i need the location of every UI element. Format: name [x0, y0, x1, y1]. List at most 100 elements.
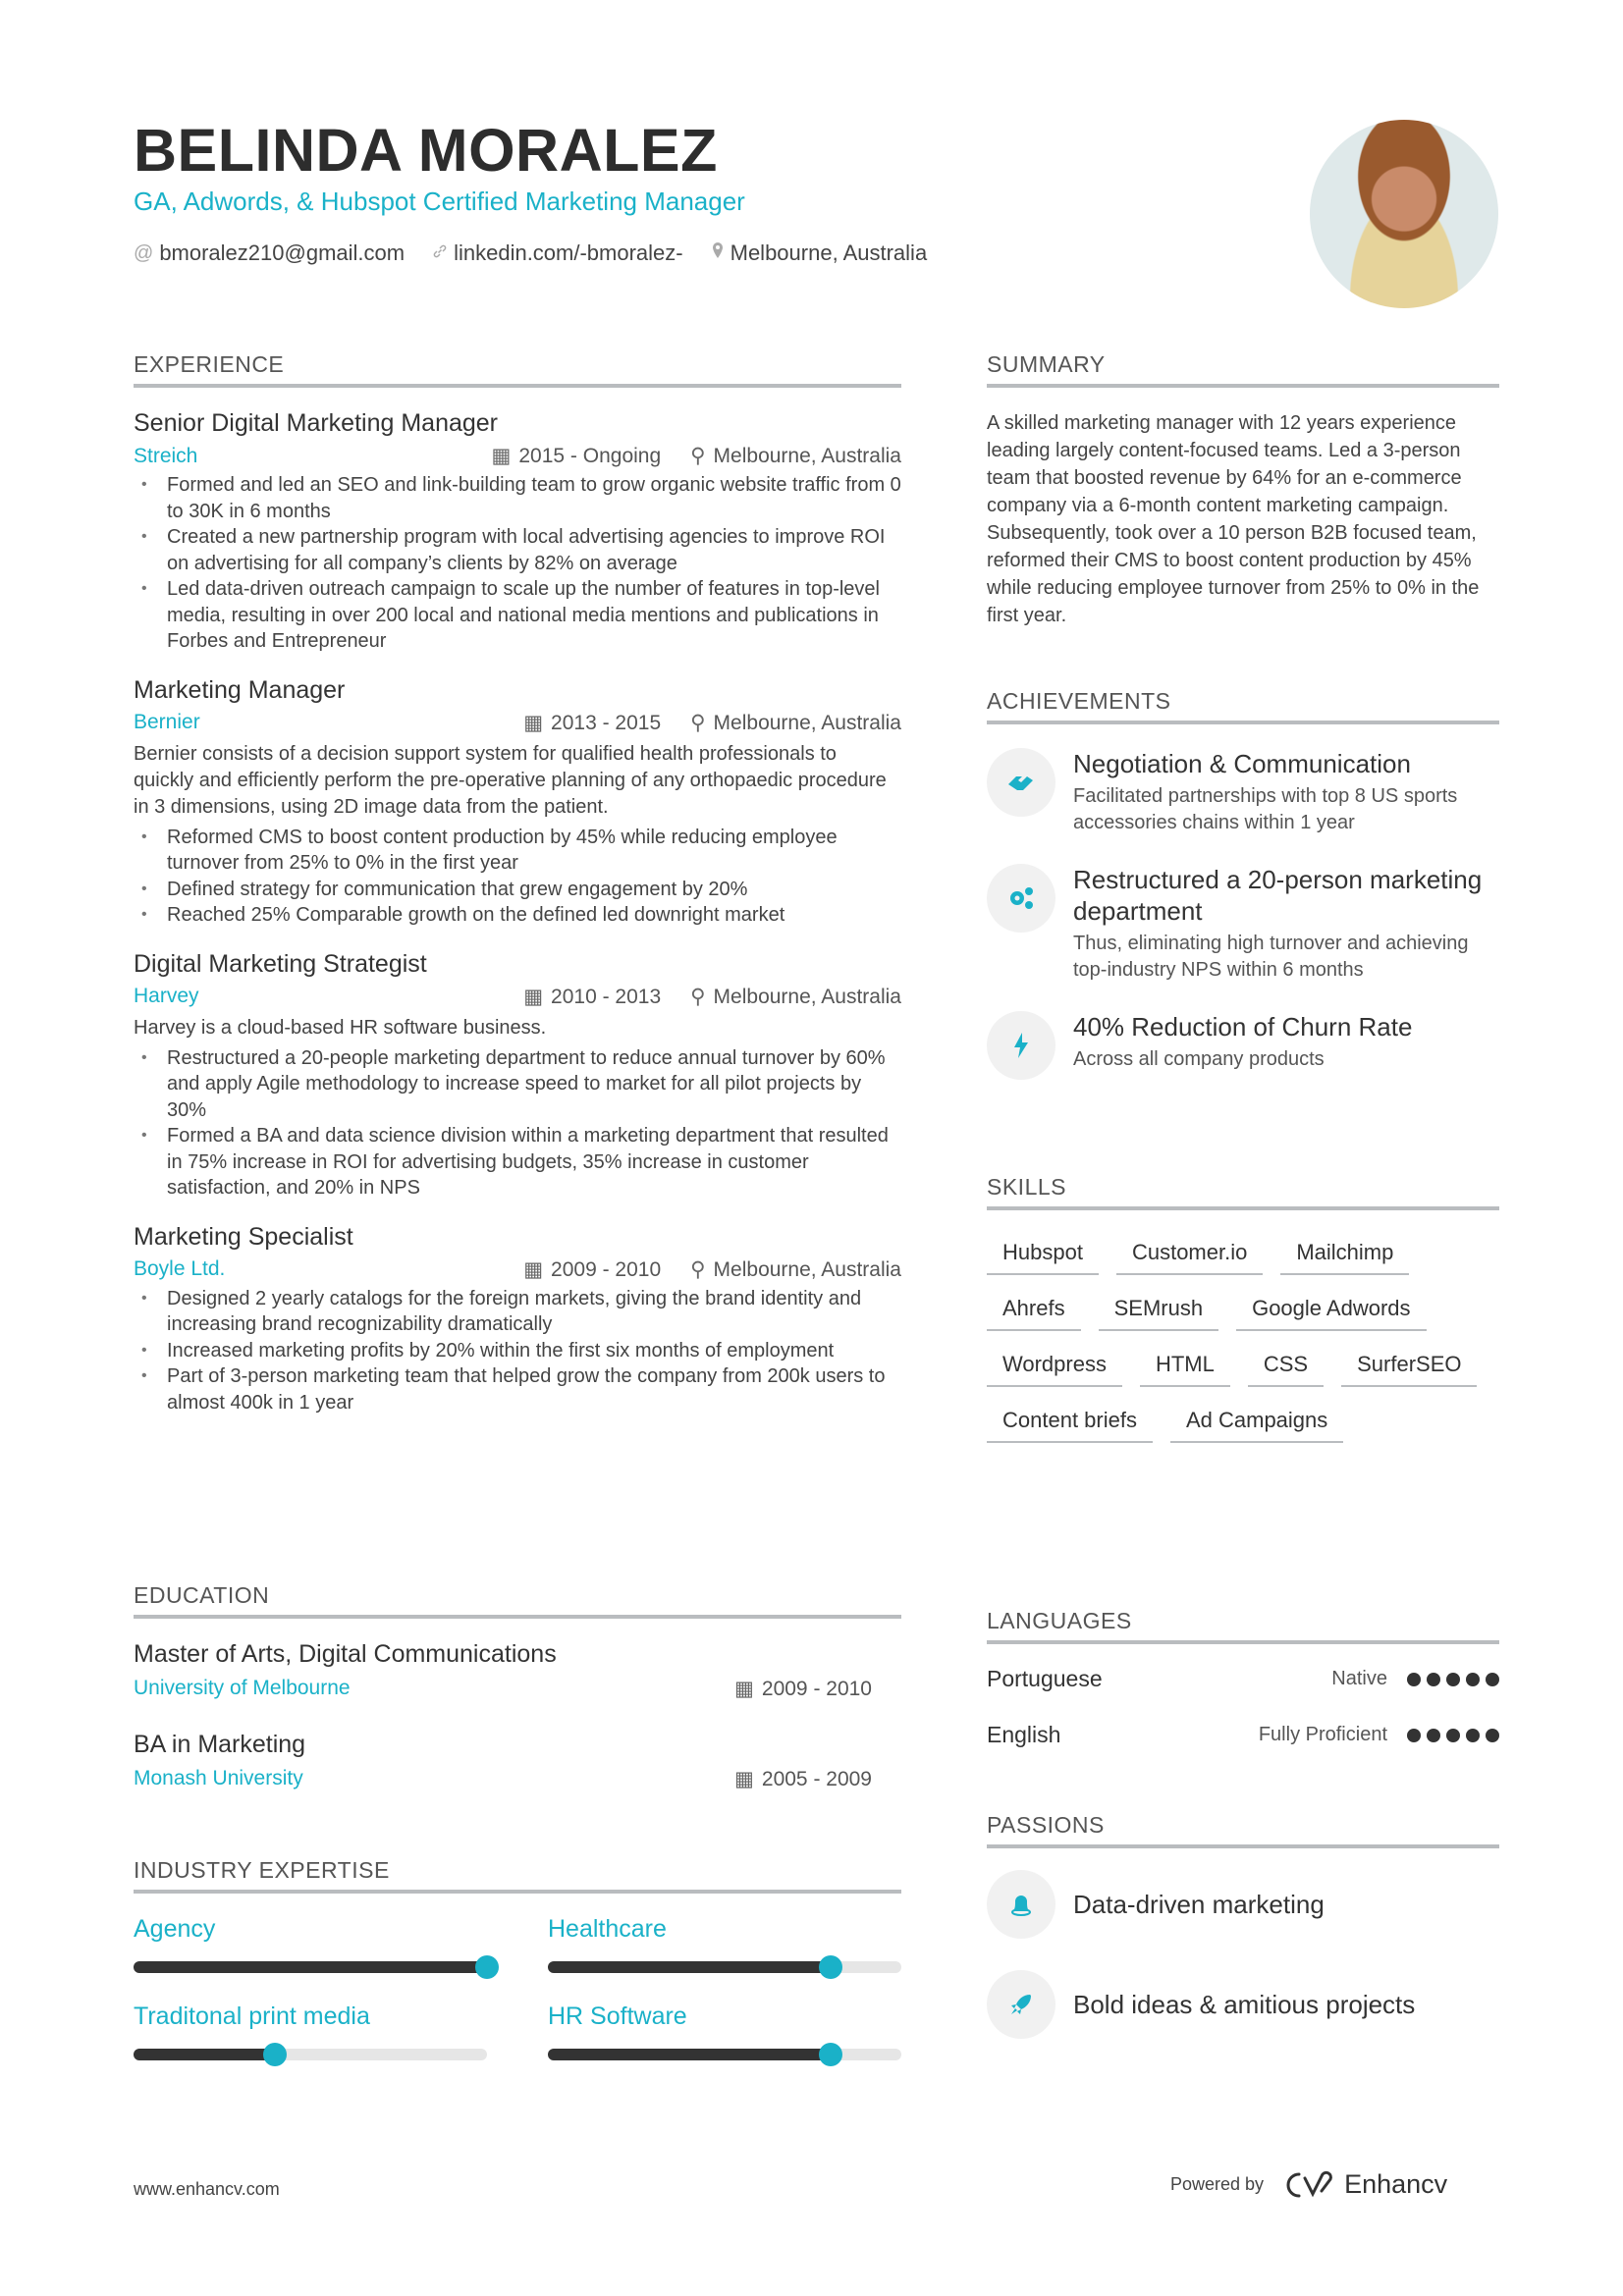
job-dates: 2009 - 2010	[551, 1257, 662, 1281]
expertise-item: HR Software	[548, 2002, 901, 2066]
expertise-level-bar	[134, 2043, 487, 2066]
proficiency-dot	[1486, 1672, 1499, 1686]
expertise-name: HR Software	[548, 2002, 687, 2030]
bullet-item: Restructured a 20-people marketing depar…	[134, 1045, 901, 1124]
experience-item: Marketing Specialist Boyle Ltd. ▦ 2009 - …	[134, 1223, 901, 1416]
rocket-icon	[987, 1970, 1055, 2039]
achievement-description: Thus, eliminating high turnover and achi…	[1073, 933, 1469, 981]
section-title-summary: SUMMARY	[987, 351, 1106, 377]
proficiency-dot	[1427, 1672, 1440, 1686]
job-dates: 2015 - Ongoing	[518, 445, 662, 467]
calendar-icon: ▦	[491, 445, 512, 467]
achievement-description: Across all company products	[1073, 1048, 1325, 1070]
location-text: Melbourne, Australia	[730, 240, 928, 265]
passion-item: Data-driven marketing	[987, 1870, 1499, 1939]
job-location: Melbourne, Australia	[713, 445, 901, 467]
bullet-item: Part of 3-person marketing team that hel…	[134, 1363, 901, 1415]
expertise-level-fill	[548, 2049, 831, 2060]
passion-item: Bold ideas & amitious projects	[987, 1970, 1499, 2039]
company-name: Streich	[134, 444, 198, 467]
footer-branding: Powered by Enhancv	[1170, 2169, 1447, 2200]
location-pin-icon: ⚲	[690, 711, 706, 734]
calendar-icon: ▦	[523, 711, 544, 734]
achievement-title: Restructured a 20-person marketing depar…	[1073, 865, 1483, 926]
location-pin-icon: ⚲	[690, 985, 706, 1008]
job-title: Marketing Specialist	[134, 1222, 353, 1251]
expertise-level-knob	[819, 2043, 842, 2066]
section-divider	[987, 1844, 1499, 1848]
expertise-level-knob	[263, 2043, 287, 2066]
contact-email[interactable]: @ bmoralez210@gmail.com	[134, 240, 405, 266]
footer-website-link[interactable]: www.enhancv.com	[134, 2179, 280, 2200]
company-name: Boyle Ltd.	[134, 1257, 226, 1280]
skill-tag: SEMrush	[1098, 1296, 1219, 1331]
profile-photo	[1310, 120, 1498, 308]
bullet-item: Reformed CMS to boost content production…	[134, 825, 901, 877]
expertise-level-bar	[548, 1955, 901, 1979]
proficiency-dot	[1446, 1728, 1460, 1742]
gears-icon	[987, 864, 1055, 933]
company-description: Bernier consists of a decision support s…	[134, 742, 887, 818]
expertise-level-bar	[134, 1955, 499, 1979]
education-section: EDUCATION Master of Arts, Digital Commun…	[134, 1582, 901, 1791]
section-divider	[987, 384, 1499, 388]
expertise-level-fill	[134, 2049, 275, 2060]
skill-tag: Hubspot	[987, 1240, 1099, 1275]
skill-tag: Google Adwords	[1236, 1296, 1427, 1331]
contact-linkedin[interactable]: linkedin.com/-bmoralez-	[432, 240, 683, 266]
degree: BA in Marketing	[134, 1731, 306, 1758]
education-item: Master of Arts, Digital Communications U…	[134, 1640, 901, 1701]
company-name: Bernier	[134, 711, 200, 733]
summary-section: SUMMARY A skilled marketing manager with…	[987, 351, 1499, 629]
location-pin-icon: ⚲	[690, 445, 706, 467]
education-item: BA in Marketing Monash University ▦ 2005 …	[134, 1731, 901, 1791]
job-location: Melbourne, Australia	[713, 1257, 901, 1281]
contact-row: @ bmoralez210@gmail.com linkedin.com/-bm…	[134, 240, 927, 266]
expertise-item: Healthcare	[548, 1915, 901, 1979]
proficiency-dot	[1427, 1728, 1440, 1742]
languages-section: LANGUAGES Portuguese Native English Full…	[987, 1608, 1499, 1778]
achievement-list: Designed 2 yearly catalogs for the forei…	[134, 1286, 901, 1416]
skill-tag: Content briefs	[987, 1408, 1153, 1443]
candidate-name: BELINDA MORALEZ	[134, 117, 718, 184]
candidate-title: GA, Adwords, & Hubspot Certified Marketi…	[134, 187, 745, 216]
experience-section: EXPERIENCE Senior Digital Marketing Mana…	[134, 351, 901, 1437]
edu-dates: 2009 - 2010	[761, 1678, 872, 1700]
skill-tag: Mailchimp	[1280, 1240, 1410, 1275]
lightning-icon	[987, 1011, 1055, 1080]
section-title-passions: PASSIONS	[987, 1812, 1105, 1838]
proficiency-dot	[1486, 1728, 1499, 1742]
experience-item: Senior Digital Marketing Manager Streich…	[134, 409, 901, 655]
expertise-name: Healthcare	[548, 1915, 667, 1943]
expertise-name: Agency	[134, 1915, 216, 1943]
industry-expertise-section: INDUSTRY EXPERTISE Agency Healthcare Tra…	[134, 1857, 901, 2066]
calendar-icon: ▦	[523, 1257, 544, 1281]
section-title-achievements: ACHIEVEMENTS	[987, 688, 1171, 714]
section-title-skills: SKILLS	[987, 1174, 1066, 1200]
achievement-item: Restructured a 20-person marketing depar…	[987, 864, 1499, 984]
achievement-title: Negotiation & Communication	[1073, 749, 1411, 778]
achievement-title: 40% Reduction of Churn Rate	[1073, 1012, 1413, 1041]
school: University of Melbourne	[134, 1677, 351, 1699]
calendar-icon: ▦	[734, 1768, 754, 1790]
bell-icon	[987, 1870, 1055, 1939]
achievement-item: 40% Reduction of Churn Rate Across all c…	[987, 1011, 1499, 1080]
location-pin-icon: ⚲	[690, 1257, 706, 1281]
bullet-item: Reached 25% Comparable growth on the def…	[134, 902, 901, 929]
achievement-list: Restructured a 20-people marketing depar…	[134, 1045, 901, 1201]
skills-section: SKILLS Hubspot Customer.io Mailchimp Ahrefs…	[987, 1174, 1499, 1443]
enhancv-logo[interactable]: Enhancv	[1285, 2169, 1447, 2200]
job-title: Digital Marketing Strategist	[134, 949, 427, 978]
skill-tag: HTML	[1139, 1352, 1230, 1387]
proficiency-dot	[1407, 1672, 1421, 1686]
summary-text: A skilled marketing manager with 12 year…	[987, 412, 1480, 626]
bullet-item: Defined strategy for communication that …	[134, 877, 901, 903]
skill-tag: SurferSEO	[1341, 1352, 1478, 1387]
powered-by-label: Powered by	[1170, 2174, 1265, 2194]
language-item: English Fully Proficient	[987, 1722, 1499, 1748]
section-divider	[987, 1640, 1499, 1644]
section-title-experience: EXPERIENCE	[134, 351, 285, 377]
brand-name: Enhancv	[1344, 2169, 1448, 2199]
achievement-list: Formed and led an SEO and link-building …	[134, 472, 901, 655]
section-divider	[987, 721, 1499, 724]
